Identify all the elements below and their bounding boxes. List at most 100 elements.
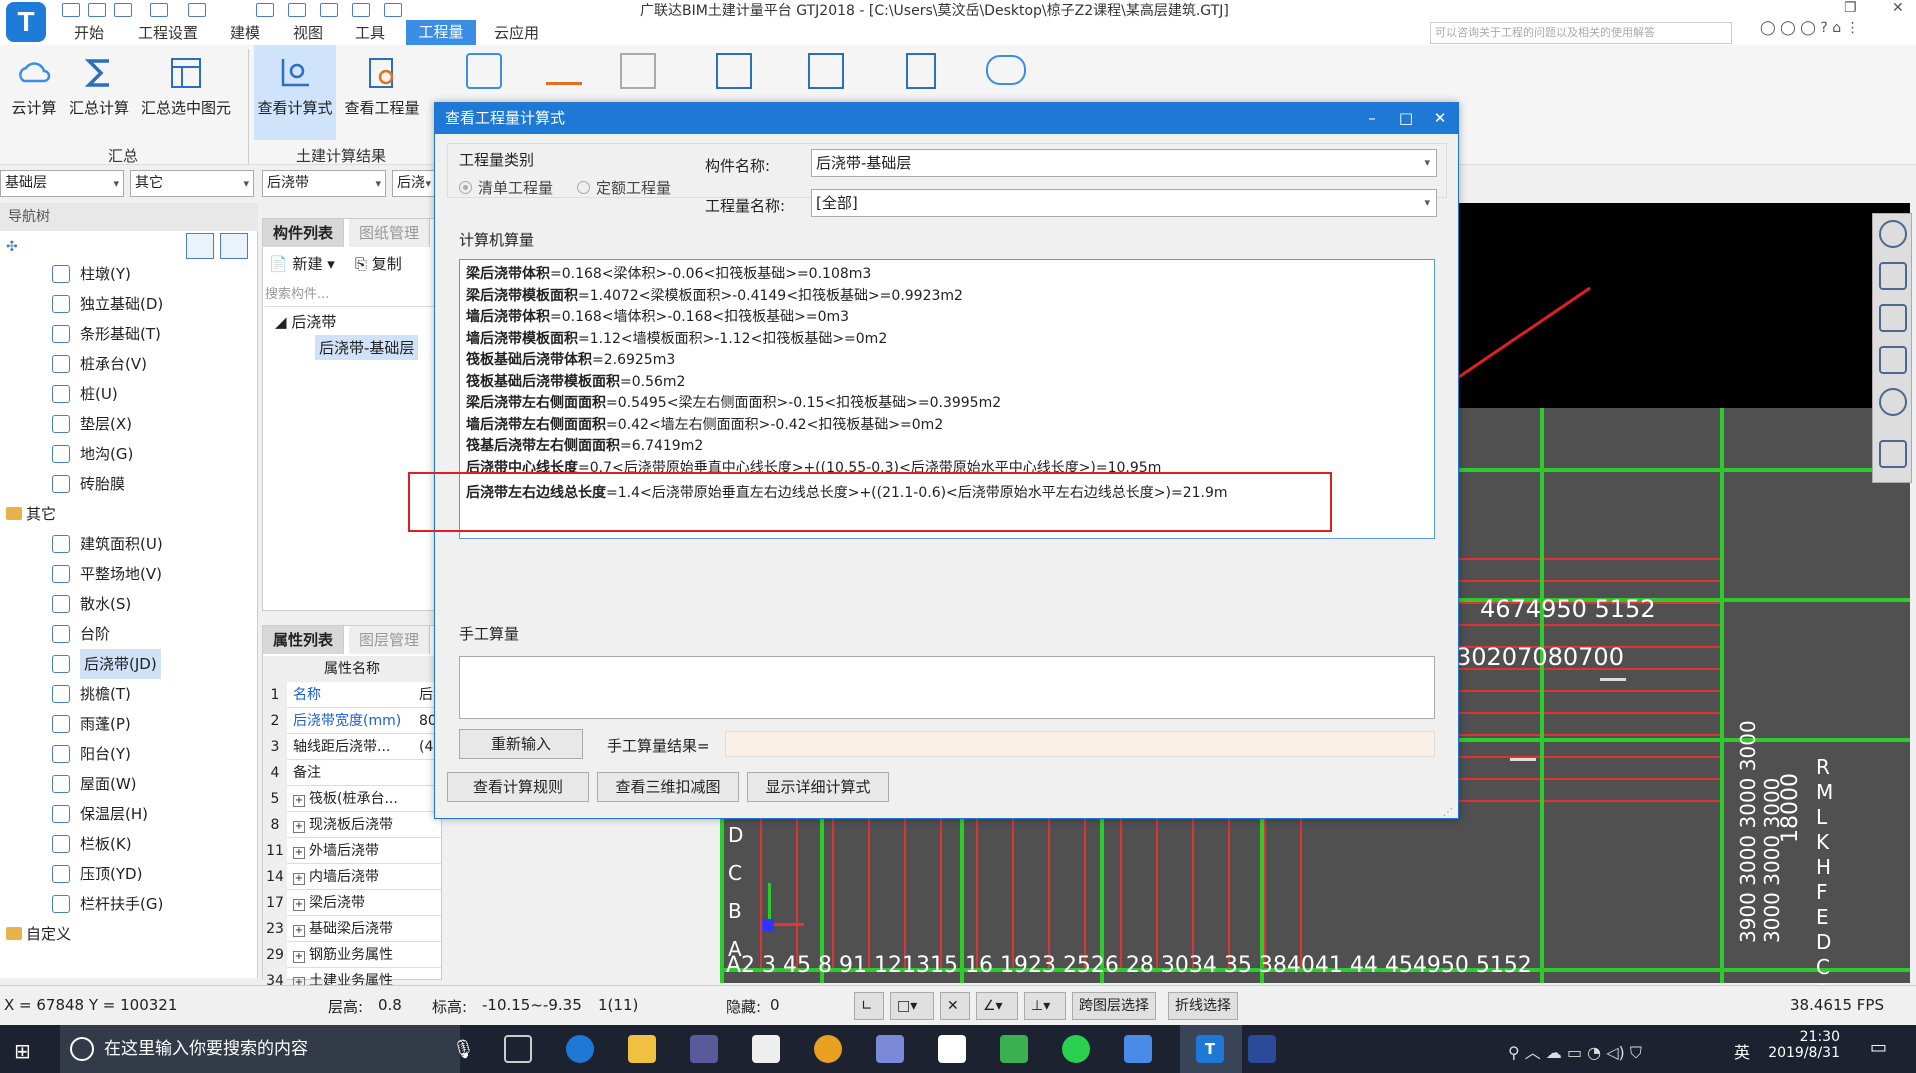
grid-icon[interactable]	[620, 53, 656, 89]
floor-select[interactable]: 基础层	[0, 170, 124, 197]
component-select[interactable]: 后浇带	[392, 170, 436, 197]
cad-icon[interactable]	[1248, 1035, 1276, 1063]
quota-qty-radio[interactable]: 定额工程量	[577, 177, 671, 198]
nav-item[interactable]: 压顶(YD)	[0, 859, 258, 889]
property-row[interactable]: 23 + 基础梁后浇带	[263, 916, 441, 942]
qty-name-select[interactable]: [全部]	[811, 189, 1437, 217]
edit-icon[interactable]	[546, 55, 582, 85]
top-view-icon[interactable]	[1879, 304, 1907, 332]
property-row[interactable]: 1 名称 后	[263, 682, 441, 708]
baidu-netdisk-icon[interactable]	[1124, 1035, 1152, 1063]
menu-modeling[interactable]: 建模	[230, 22, 260, 43]
snap-rect-icon[interactable]: □▾	[890, 992, 934, 1020]
view-3d-deduction-button[interactable]: 查看三维扣减图	[597, 772, 739, 802]
nav-item[interactable]: 独立基础(D)	[0, 289, 258, 319]
nav-item[interactable]: 阳台(Y)	[0, 739, 258, 769]
copy-component-button[interactable]: ⎘ 复制	[355, 253, 402, 274]
cloud-report-icon[interactable]	[986, 55, 1026, 85]
expand-icon[interactable]: +	[293, 925, 305, 937]
redo-icon[interactable]	[188, 3, 206, 17]
menu-view[interactable]: 视图	[293, 22, 323, 43]
nav-item[interactable]: 建筑面积(U)	[0, 529, 258, 559]
nav-item[interactable]: 桩承台(V)	[0, 349, 258, 379]
nav-item[interactable]: 栏板(K)	[0, 829, 258, 859]
user-icon[interactable]: ◯ ◯ ◯ ? ⌂ ⋮	[1760, 20, 1860, 36]
nav-item[interactable]: 条形基础(T)	[0, 319, 258, 349]
offset-icon[interactable]: ⊥▾	[1024, 992, 1066, 1020]
rotate-icon[interactable]	[1879, 388, 1907, 416]
view-quantity-button[interactable]: 查看工程量	[340, 45, 424, 140]
property-row[interactable]: 8 + 现浇板后浇带	[263, 812, 441, 838]
save-icon[interactable]	[62, 3, 80, 17]
new-icon[interactable]	[114, 3, 132, 17]
nav-item[interactable]: 平整场地(V)	[0, 559, 258, 589]
nav-item[interactable]: 后浇带(JD)	[0, 649, 258, 679]
angle-icon[interactable]: ∠▾	[976, 992, 1018, 1020]
nav-group[interactable]: 其它	[0, 499, 258, 529]
menu-project-settings[interactable]: 工程设置	[138, 22, 198, 43]
quick-tool-icon[interactable]	[288, 3, 306, 17]
nav-item[interactable]: 挑檐(T)	[0, 679, 258, 709]
new-component-button[interactable]: 📄 新建 ▾	[269, 253, 335, 274]
expand-icon[interactable]: +	[293, 821, 305, 833]
notifications-icon[interactable]: ▭	[1870, 1037, 1887, 1058]
cross-icon[interactable]: ✕	[940, 992, 970, 1020]
component-type-select[interactable]: 后浇带	[262, 170, 386, 197]
tree-node-postcast-foundation[interactable]: 后浇带-基础层	[315, 335, 419, 360]
edge-icon[interactable]	[566, 1035, 594, 1063]
show-detailed-formula-button[interactable]: 显示详细计算式	[747, 772, 889, 802]
property-row[interactable]: 11 + 外墙后浇带	[263, 838, 441, 864]
property-row[interactable]: 14 + 内墙后浇带	[263, 864, 441, 890]
app-icon[interactable]	[876, 1035, 904, 1063]
nav-item[interactable]: 垫层(X)	[0, 409, 258, 439]
nav-item[interactable]: 台阶	[0, 619, 258, 649]
nav-item[interactable]: 散水(S)	[0, 589, 258, 619]
property-row[interactable]: 29 + 钢筋业务属性	[263, 942, 441, 968]
tab-drawing-management[interactable]: 图纸管理	[349, 219, 431, 247]
view-calc-rules-button[interactable]: 查看计算规则	[447, 772, 589, 802]
close-window-button[interactable]: ✕	[1892, 0, 1904, 16]
property-value[interactable]: (4	[419, 734, 433, 760]
polyline-select-button[interactable]: 折线选择	[1168, 992, 1238, 1020]
manual-qty-input[interactable]	[459, 656, 1435, 719]
property-row[interactable]: 3 轴线距后浇带... (4	[263, 734, 441, 760]
open-icon[interactable]	[88, 3, 106, 17]
resize-grip-icon[interactable]: ⋰	[1443, 807, 1453, 818]
quick-tool-icon[interactable]	[320, 3, 338, 17]
tab-component-list[interactable]: 构件列表	[263, 219, 345, 247]
nav-item[interactable]: 柱墩(Y)	[0, 259, 258, 289]
menu-cloud[interactable]: 云应用	[494, 22, 539, 43]
nav-item[interactable]: 屋面(W)	[0, 769, 258, 799]
tree-node-postcast[interactable]: ◢ 后浇带	[275, 311, 336, 332]
expand-icon[interactable]: +	[293, 951, 305, 963]
3d-view-icon[interactable]	[1879, 262, 1907, 290]
nav-item[interactable]: 砖胎膜	[0, 469, 258, 499]
taskbar-search-input[interactable]: 在这里输入你要搜索的内容	[60, 1025, 460, 1073]
component-search-input[interactable]: 搜索构件...	[265, 283, 439, 307]
expand-icon[interactable]: +	[293, 847, 305, 859]
store-icon[interactable]	[690, 1035, 718, 1063]
orbit-icon[interactable]	[1879, 220, 1907, 248]
cross-layer-select-button[interactable]: 跨图层选择	[1072, 992, 1156, 1020]
mail-icon[interactable]	[752, 1035, 780, 1063]
nav-item[interactable]: 地沟(G)	[0, 439, 258, 469]
video-player-icon[interactable]	[1000, 1035, 1028, 1063]
menu-tools[interactable]: 工具	[355, 22, 385, 43]
tab-property-list[interactable]: 属性列表	[263, 626, 345, 654]
quick-tool-icon[interactable]	[384, 3, 402, 17]
tree-view-icon[interactable]	[220, 233, 248, 259]
comp-name-select[interactable]: 后浇带-基础层	[811, 149, 1437, 177]
restore-window-button[interactable]: ❐	[1844, 0, 1857, 16]
app-logo[interactable]: T	[6, 2, 46, 42]
table-edit-icon[interactable]	[808, 53, 844, 89]
nav-item[interactable]: 栏杆扶手(G)	[0, 889, 258, 919]
sum-selected-button[interactable]: 汇总选中图元	[134, 45, 238, 140]
quick-tool-icon[interactable]	[352, 3, 370, 17]
nav-item[interactable]: 雨蓬(P)	[0, 709, 258, 739]
microphone-icon[interactable]: 🎙	[452, 1039, 475, 1060]
check-icon[interactable]	[716, 53, 752, 89]
help-search-input[interactable]: 可以咨询关于工程的问题以及相关的使用解答	[1430, 22, 1732, 44]
menu-quantities[interactable]: 工程量	[406, 20, 476, 45]
menu-start[interactable]: 开始	[74, 22, 104, 43]
expand-icon[interactable]: +	[293, 873, 305, 885]
